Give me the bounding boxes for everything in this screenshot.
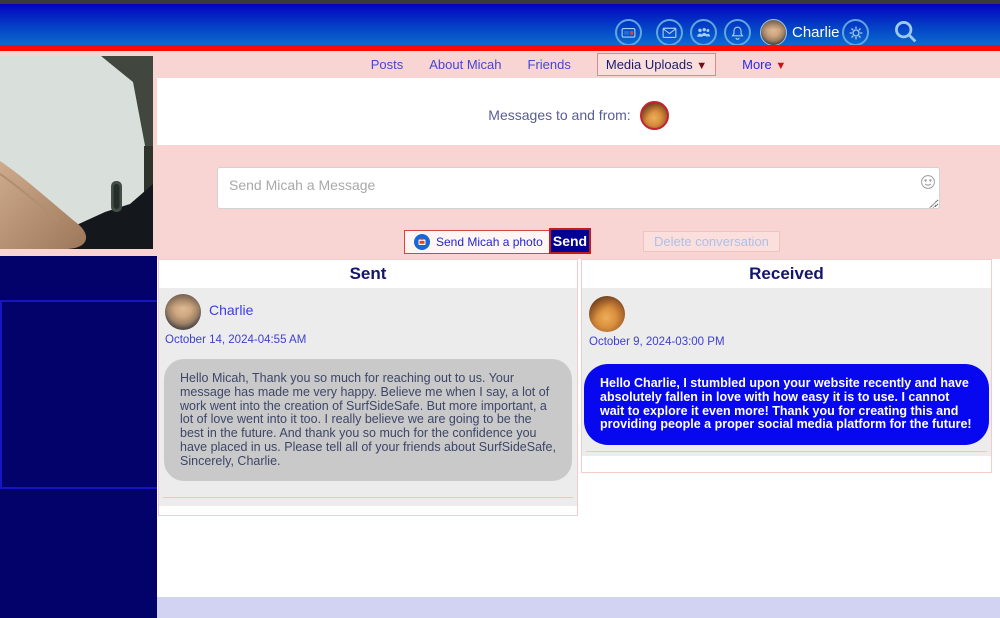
video-icon[interactable] — [615, 19, 642, 46]
received-column-title: Received — [582, 260, 991, 288]
search-icon[interactable] — [892, 18, 920, 46]
main-nav: Posts About Micah Friends Media Uploads … — [157, 51, 1000, 78]
bell-icon[interactable] — [724, 19, 751, 46]
message-divider — [163, 497, 573, 498]
message-input[interactable] — [217, 167, 940, 209]
received-column: Received October 9, 2024-03:00 PM Hello … — [581, 259, 992, 473]
gear-icon[interactable] — [842, 19, 869, 46]
sent-message-bubble: Hello Micah, Thank you so much for reach… — [164, 359, 572, 481]
message-divider — [586, 451, 987, 452]
photo-icon — [414, 234, 430, 250]
chevron-down-icon: ▼ — [696, 60, 707, 72]
footer-strip — [157, 597, 1000, 618]
people-icon[interactable] — [690, 19, 717, 46]
left-sidebar — [0, 51, 157, 618]
top-header: Charlie — [0, 4, 1000, 45]
micah-avatar[interactable] — [589, 296, 625, 332]
send-photo-label: Send Micah a photo — [436, 235, 543, 249]
charlie-avatar[interactable] — [165, 294, 201, 330]
delete-conversation-button[interactable]: Delete conversation — [643, 231, 780, 252]
micah-avatar[interactable] — [640, 101, 669, 130]
received-timestamp: October 9, 2024-03:00 PM — [589, 336, 725, 348]
sent-timestamp: October 14, 2024-04:55 AM — [165, 334, 306, 346]
send-photo-button[interactable]: Send Micah a photo — [404, 230, 553, 254]
mail-icon[interactable] — [656, 19, 683, 46]
messages-heading: Messages to and from: — [488, 107, 630, 123]
send-button[interactable]: Send — [549, 228, 591, 254]
nav-more-dropdown[interactable]: More ▼ — [742, 57, 786, 72]
sent-column-title: Sent — [159, 260, 577, 288]
messages-heading-row: Messages to and from: — [157, 96, 1000, 134]
received-message-bubble: Hello Charlie, I stumbled upon your webs… — [584, 364, 989, 445]
chevron-down-icon: ▼ — [775, 60, 786, 72]
nav-media-uploads-label: Media Uploads — [606, 57, 693, 72]
textarea-resize-handle[interactable] — [929, 201, 936, 208]
nav-posts[interactable]: Posts — [371, 57, 404, 72]
sent-column: Sent Charlie October 14, 2024-04:55 AM H… — [158, 259, 578, 516]
nav-about-micah[interactable]: About Micah — [429, 57, 501, 72]
sender-name-link[interactable]: Charlie — [209, 302, 253, 318]
sidebar-section-box — [0, 300, 157, 489]
sidebar-photo — [0, 56, 153, 249]
nav-media-uploads-dropdown[interactable]: Media Uploads ▼ — [597, 53, 716, 76]
nav-friends[interactable]: Friends — [528, 57, 571, 72]
user-avatar[interactable] — [760, 19, 787, 46]
sent-message-item: Charlie October 14, 2024-04:55 AM Hello … — [159, 288, 577, 506]
username-label[interactable]: Charlie — [792, 24, 840, 41]
compose-panel: Send Micah a photo Send Delete conversat… — [157, 145, 1000, 259]
emoji-icon[interactable] — [920, 174, 936, 190]
received-message-item: October 9, 2024-03:00 PM Hello Charlie, … — [582, 288, 991, 456]
nav-more-label: More — [742, 57, 772, 72]
